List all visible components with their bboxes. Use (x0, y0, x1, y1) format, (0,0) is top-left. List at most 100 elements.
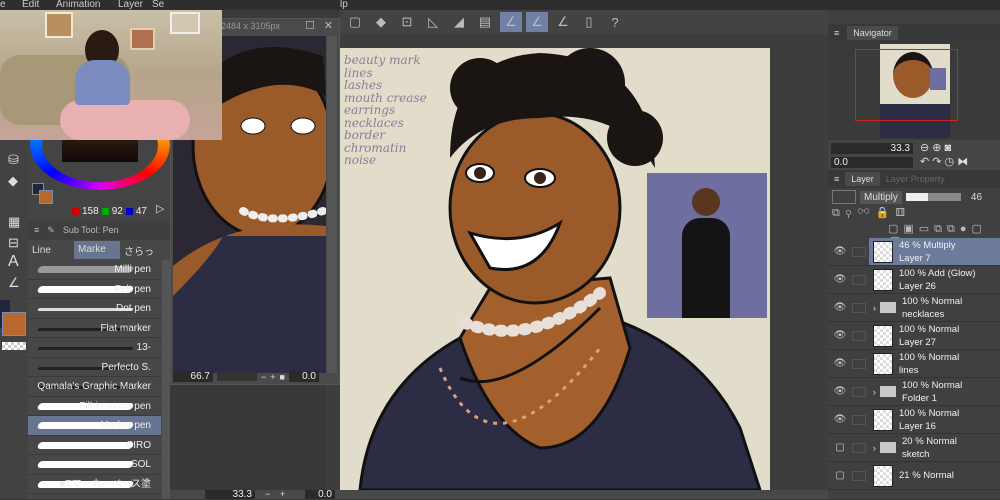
menu-icon[interactable]: ≡ (834, 28, 839, 38)
lock-checkbox[interactable] (852, 386, 866, 397)
brush-item[interactable]: 13- (28, 338, 161, 358)
layer-row[interactable]: 👁 100 % Normal lines (828, 350, 1000, 378)
eye-icon[interactable]: 👁 (828, 302, 852, 313)
lock-checkbox[interactable] (852, 302, 866, 313)
tab-other[interactable]: さらっ (120, 243, 154, 258)
text-icon[interactable]: A (8, 253, 19, 271)
brush-item[interactable]: Flat marker (28, 319, 161, 338)
main-color[interactable] (39, 190, 53, 204)
layer-row[interactable]: 👁 › 100 % Normal necklaces (828, 294, 1000, 322)
fit-icon[interactable]: ■ (280, 372, 285, 382)
lock-checkbox[interactable] (852, 358, 866, 369)
canvas[interactable]: beauty mark lines lashes mouth crease ea… (340, 48, 770, 490)
layer-row[interactable]: 👁 100 % Normal Layer 16 (828, 406, 1000, 434)
layer-row[interactable]: 👁 › 100 % Normal Folder 1 (828, 378, 1000, 406)
brush-item[interactable]: Dot pen (28, 299, 161, 319)
visibility-off-icon[interactable]: ▢ (828, 470, 852, 481)
transform-icon[interactable]: ⊡ (396, 12, 418, 32)
navigator-preview[interactable] (828, 42, 1000, 140)
lock-checkbox[interactable] (852, 414, 866, 425)
eye-icon[interactable]: 👁 (828, 246, 852, 257)
brush-item[interactable]: Milli pen (28, 260, 161, 280)
layer-row[interactable]: 👁 100 % Normal Layer 27 (828, 322, 1000, 350)
balloon-icon[interactable]: ∠ (8, 275, 20, 291)
main-color-swatch[interactable] (2, 312, 26, 336)
device-icon[interactable]: ▯ (578, 12, 600, 32)
lock-checkbox[interactable] (852, 470, 866, 481)
help-icon[interactable]: ? (604, 12, 626, 32)
eye-icon[interactable]: 👁 (828, 330, 852, 341)
close-icon[interactable]: ✕ (324, 19, 333, 32)
navigator-zoom[interactable]: 33.3 (831, 143, 913, 154)
menu-icon[interactable]: ≡ (34, 225, 39, 235)
navigator-angle[interactable]: 0.0 (831, 157, 913, 168)
saturation-square[interactable] (62, 140, 138, 162)
opacity-value[interactable]: 46 (971, 192, 982, 203)
fill-icon[interactable]: ◆ (370, 12, 392, 32)
frame-icon[interactable]: ⊟ (8, 235, 19, 251)
brush-item[interactable]: SOL (28, 455, 161, 475)
canvas-angle[interactable]: 0.0 (305, 490, 335, 500)
blend-mode-select[interactable]: Multiply (860, 190, 902, 204)
menu-file[interactable]: e (0, 0, 6, 10)
menu-layer[interactable]: Layer (118, 0, 143, 10)
lock-checkbox[interactable] (852, 274, 866, 285)
layer-options-icons[interactable]: ⧉⚲⚯🔒⚅ (828, 206, 1000, 222)
brush-item[interactable]: CIRO (28, 436, 161, 455)
canvas-zoom[interactable]: 33.3 (205, 490, 255, 500)
brush-item[interactable]: Perfecto S. (28, 358, 161, 377)
sub-view-zoom[interactable]: 66.7 (173, 371, 213, 382)
transparent-color-swatch[interactable] (2, 342, 26, 350)
maximize-icon[interactable]: ☐ (305, 19, 315, 32)
layer-row[interactable]: 👁 100 % Add (Glow) Layer 26 (828, 266, 1000, 294)
sub-view-angle[interactable]: 0.0 (288, 371, 319, 382)
eye-icon[interactable]: 👁 (828, 414, 852, 425)
tab-navigator[interactable]: Navigator (847, 26, 898, 40)
brush-item[interactable]: Qamala's Graphic Marker (28, 377, 161, 397)
zoom-out-icon[interactable]: − (261, 372, 266, 382)
grid-icon[interactable]: ▤ (474, 12, 496, 32)
brush-list-scrollbar[interactable] (162, 260, 170, 499)
lock-checkbox[interactable] (852, 442, 866, 453)
rotate-icon[interactable]: ↶ ↷ ◷ ⧓ (920, 155, 968, 168)
snap-special-icon[interactable]: ∠ (526, 12, 548, 32)
opacity-slider[interactable] (905, 193, 961, 201)
brush-item[interactable]: Marker pen (28, 416, 161, 436)
brush-item[interactable]: ■Tマーカーベース塗 (28, 475, 161, 494)
select-icon[interactable]: ▢ (344, 12, 366, 32)
eraser-icon[interactable]: ◆ (8, 173, 18, 189)
zoom-out-icon[interactable]: − (265, 490, 270, 499)
tab-layer[interactable]: Layer (845, 172, 880, 186)
gradient-icon[interactable]: ▦ (8, 214, 20, 230)
tab-line[interactable]: Line (28, 245, 74, 256)
play-icon[interactable]: ▷ (156, 202, 164, 215)
sub-tool-title[interactable]: Sub Tool: Pen (63, 225, 119, 235)
zoom-in-icon[interactable]: + (270, 372, 275, 382)
airbrush-icon[interactable]: ⛁ (8, 152, 19, 168)
layer-row[interactable]: ▢ 21 % Normal (828, 462, 1000, 490)
zoom-in-icon[interactable]: + (280, 490, 285, 499)
tab-marker[interactable]: Marke (74, 241, 120, 259)
brush-item[interactable]: Fill-in-mono pen (28, 397, 161, 416)
sub-view-scrollbar[interactable] (327, 36, 337, 373)
snap-grid-icon[interactable]: ∠ (552, 12, 574, 32)
ruler2-icon[interactable]: ◢ (448, 12, 470, 32)
brush-item[interactable]: Felt pen (28, 280, 161, 299)
eye-icon[interactable]: 👁 (828, 274, 852, 285)
menu-select[interactable]: Se (152, 0, 164, 10)
visibility-off-icon[interactable]: ▢ (828, 442, 852, 453)
menu-animation[interactable]: Animation (56, 0, 100, 10)
snap-ruler-icon[interactable]: ∠ (500, 12, 522, 32)
menu-edit[interactable]: Edit (22, 0, 39, 10)
eye-icon[interactable]: 👁 (828, 358, 852, 369)
tab-layer-property[interactable]: Layer Property (886, 174, 945, 184)
layer-row[interactable]: 👁 46 % Multiply Layer 7 (828, 238, 1000, 266)
layer-row[interactable]: ▢ › 20 % Normal sketch (828, 434, 1000, 462)
lock-checkbox[interactable] (852, 330, 866, 341)
menu-icon[interactable]: ≡ (834, 174, 839, 184)
ruler-icon[interactable]: ◺ (422, 12, 444, 32)
menu-help[interactable]: lp (340, 0, 348, 10)
layer-actions-icons[interactable]: ▢▣▭⧉⧉●▢🗑 (828, 222, 1000, 249)
eye-icon[interactable]: 👁 (828, 386, 852, 397)
edit-pen-icon[interactable] (852, 246, 866, 257)
